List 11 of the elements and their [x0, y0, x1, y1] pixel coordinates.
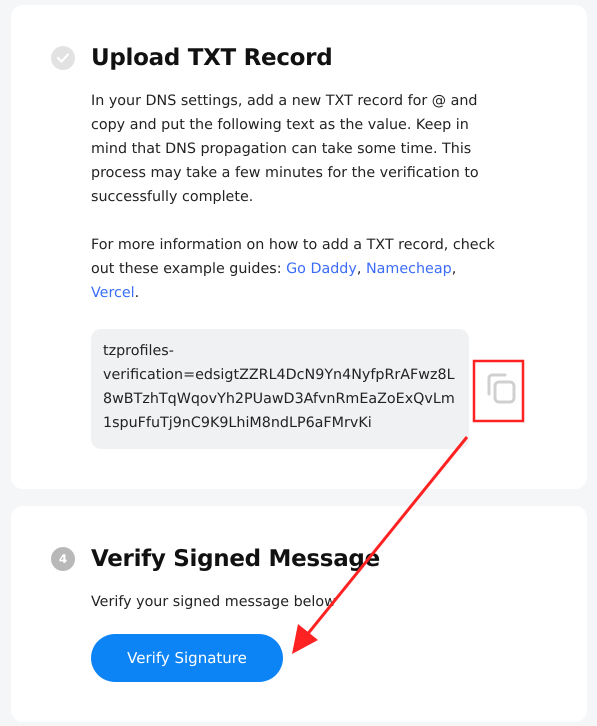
- paragraph: In your DNS settings, add a new TXT record for @ and copy and put the following text as the value. Keep in mind that DNS propagation can take some time. This process may take a few minutes for the verification to successfully complete.: [91, 92, 480, 207]
- step-title: Upload TXT Record: [91, 45, 332, 71]
- verify-button[interactable]: Verify Signature: [91, 634, 283, 682]
- step-number: 4: [51, 547, 75, 571]
- guide-link[interactable]: Vercel: [91, 285, 135, 301]
- guide-link[interactable]: Go Daddy: [286, 261, 357, 277]
- highlight-box: [472, 360, 524, 422]
- paragraph: For more information on how to add a TXT record, check out these example guides: Go Daddy, Namecheap, Vercel.: [91, 236, 496, 303]
- record-text: tzprofiles-verification=edsigtZZRL4DcN9Yn4NyfpRrAFwz8L8wBTzhTqWqovYh2PUawD3AfvnRmEaZoExQvLm1spuFfuTj9nC9K9LhiM8ndLP6aFMrvKi: [91, 329, 469, 449]
- guide-link[interactable]: Namecheap: [366, 261, 452, 277]
- copy-icon[interactable]: [485, 372, 517, 406]
